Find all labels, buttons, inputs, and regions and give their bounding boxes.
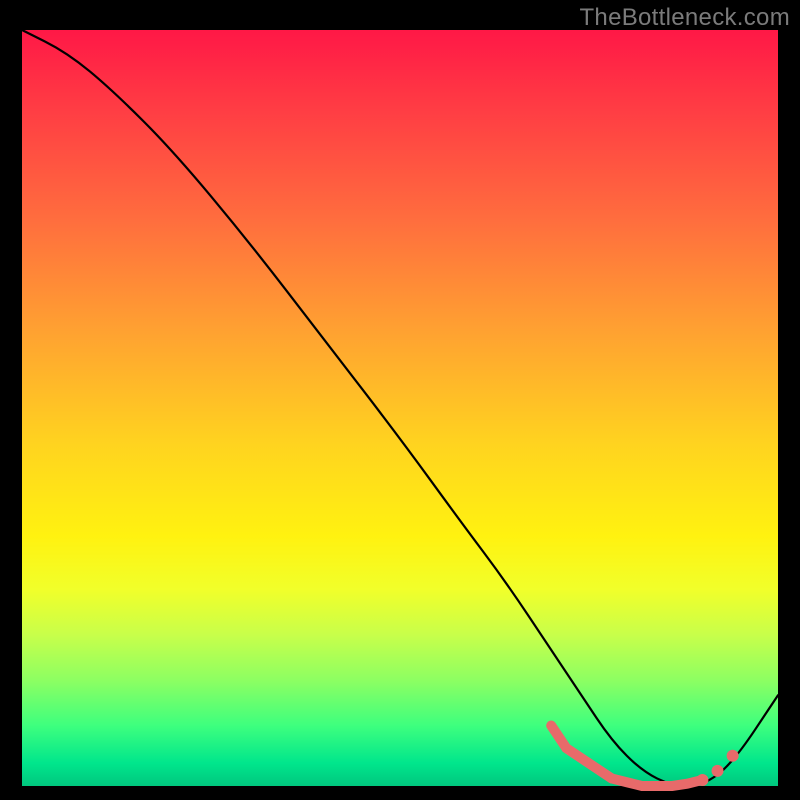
highlight-dot [712, 765, 724, 777]
chart-frame: TheBottleneck.com [0, 0, 800, 800]
plot-area [22, 30, 778, 786]
watermark-text: TheBottleneck.com [579, 4, 790, 32]
highlight-segment [551, 726, 611, 779]
highlight-dots [551, 726, 738, 786]
highlight-segment [612, 778, 657, 786]
highlight-dot [696, 774, 708, 786]
highlight-dot [727, 750, 739, 762]
bottleneck-curve [22, 30, 778, 786]
curve-layer [22, 30, 778, 786]
